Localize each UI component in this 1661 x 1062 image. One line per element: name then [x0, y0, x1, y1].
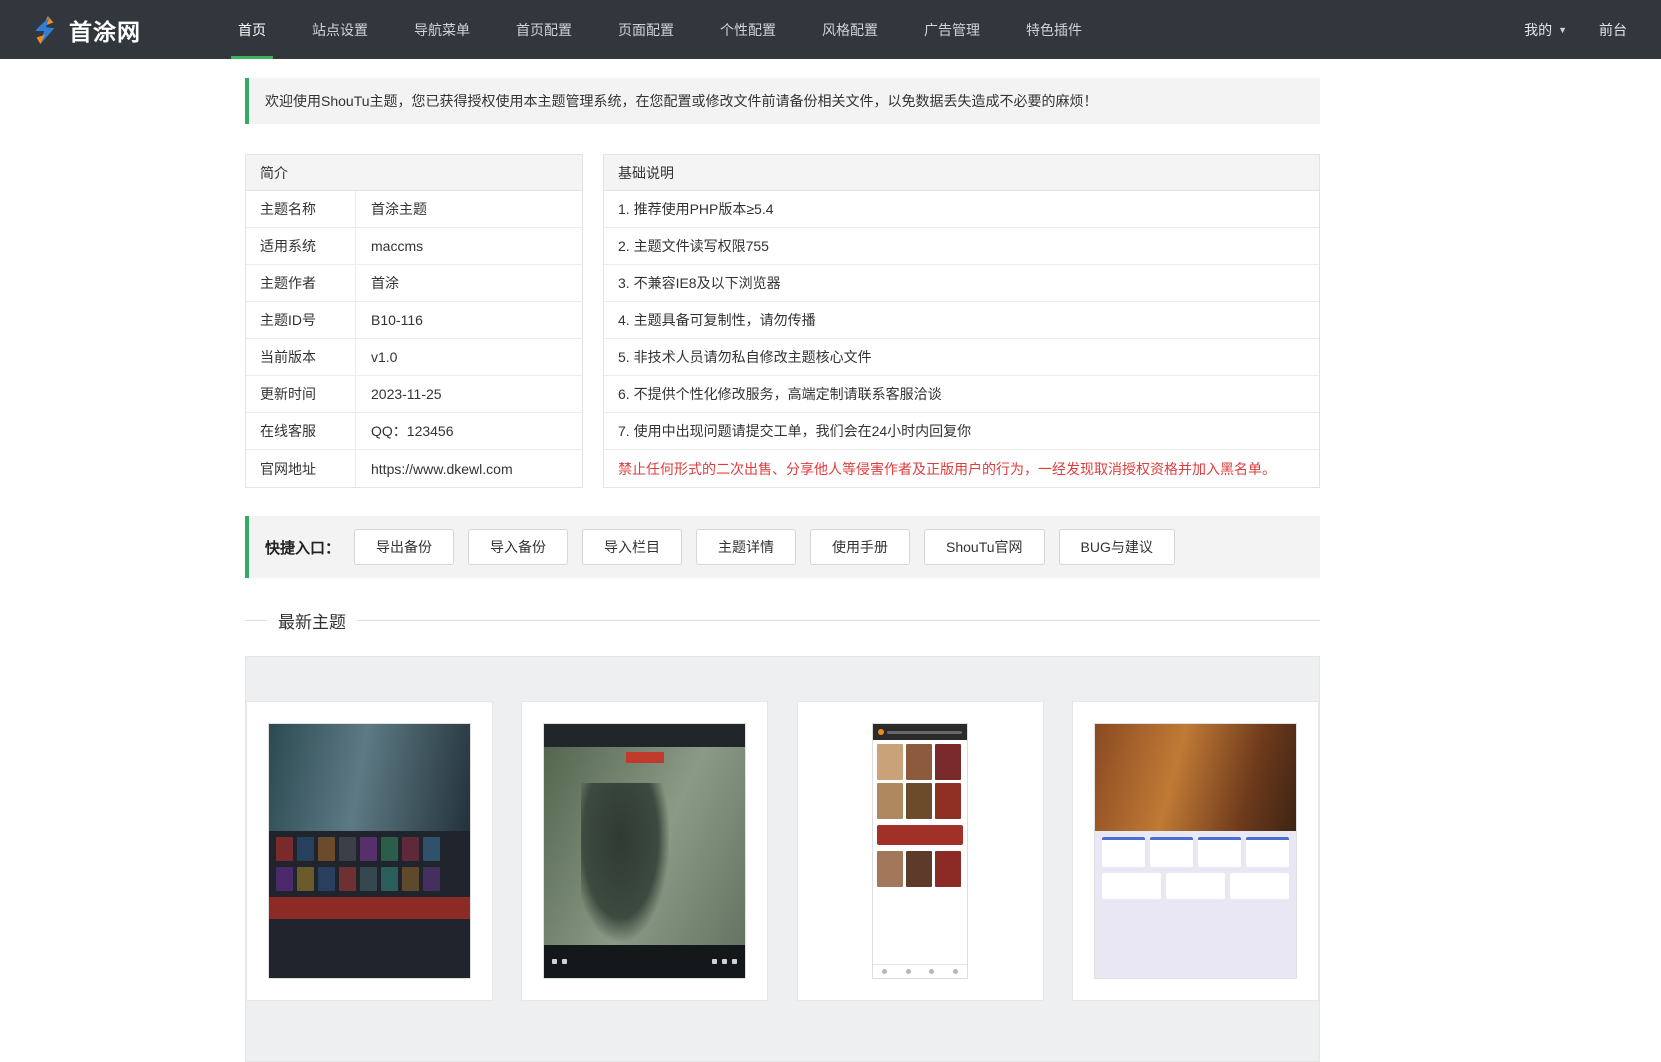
note-item: 6. 不提供个性化修改服务，高端定制请联系客服洽谈: [604, 376, 1319, 413]
nav-item-home[interactable]: 首页: [215, 0, 289, 59]
shoutu-official-button[interactable]: ShouTu官网: [924, 529, 1045, 565]
note-item: 2. 主题文件读写权限755: [604, 228, 1319, 265]
table-row: 主题ID号 B10-116: [246, 302, 582, 339]
caret-down-icon: ▼: [1558, 24, 1567, 35]
nav-item-plugins[interactable]: 特色插件: [1003, 0, 1105, 59]
nav-item-page-config[interactable]: 页面配置: [595, 0, 697, 59]
nav-item-ad-manage[interactable]: 广告管理: [901, 0, 1003, 59]
user-manual-button[interactable]: 使用手册: [810, 529, 911, 565]
table-row: 官网地址 https://www.dkewl.com: [246, 450, 582, 487]
info-panels: 简介 主题名称 首涂主题 适用系统 maccms 主题作者 首涂 主题ID号 B…: [245, 154, 1320, 488]
table-row: 主题名称 首涂主题: [246, 191, 582, 228]
table-row: 适用系统 maccms: [246, 228, 582, 265]
import-columns-button[interactable]: 导入栏目: [582, 529, 683, 565]
theme-card-1[interactable]: [246, 701, 493, 1001]
export-backup-button[interactable]: 导出备份: [354, 529, 455, 565]
license-warning-text: 禁止任何形式的二次出售、分享他人等侵害作者及正版用户的行为，一经发现取消授权资格…: [618, 460, 1276, 477]
theme-preview-image-4: [1093, 723, 1297, 979]
logo-text: 首涂网: [69, 18, 141, 45]
import-backup-button[interactable]: 导入备份: [468, 529, 569, 565]
theme-card-4[interactable]: [1071, 701, 1319, 1001]
notes-panel-title: 基础说明: [604, 155, 1319, 191]
nav-item-nav-menu[interactable]: 导航菜单: [391, 0, 493, 59]
site-logo[interactable]: 首涂网: [0, 0, 215, 59]
bug-suggestion-button[interactable]: BUG与建议: [1058, 529, 1175, 565]
table-row: 主题作者 首涂: [246, 265, 582, 302]
note-item: 7. 使用中出现问题请提交工单，我们会在24小时内回复你: [604, 413, 1319, 450]
front-site-link[interactable]: 前台: [1599, 20, 1627, 40]
latest-themes-panel: [245, 656, 1320, 1062]
notes-panel: 基础说明 1. 推荐使用PHP版本≥5.4 2. 主题文件读写权限755 3. …: [603, 154, 1320, 488]
nav-item-site-settings[interactable]: 站点设置: [289, 0, 391, 59]
logo-icon: [30, 15, 60, 45]
divider: [245, 620, 267, 621]
theme-preview-image-2: [543, 723, 747, 979]
nav-item-style-config[interactable]: 风格配置: [799, 0, 901, 59]
latest-themes-header: 最新主题: [245, 608, 1320, 633]
theme-preview-image-3: [818, 723, 1022, 979]
official-site-url[interactable]: https://www.dkewl.com: [356, 450, 513, 487]
my-account-menu[interactable]: 我的 ▼: [1524, 20, 1567, 40]
table-row: 在线客服 QQ：123456: [246, 413, 582, 450]
theme-card-2[interactable]: [521, 701, 769, 1001]
nav-item-personal-config[interactable]: 个性配置: [697, 0, 799, 59]
note-item: 3. 不兼容IE8及以下浏览器: [604, 265, 1319, 302]
intro-panel: 简介 主题名称 首涂主题 适用系统 maccms 主题作者 首涂 主题ID号 B…: [245, 154, 583, 488]
top-navbar: 首涂网 首页 站点设置 导航菜单 首页配置 页面配置 个性配置 风格配置 广告管…: [0, 0, 1661, 59]
nav-item-home-config[interactable]: 首页配置: [493, 0, 595, 59]
note-item: 1. 推荐使用PHP版本≥5.4: [604, 191, 1319, 228]
section-title: 最新主题: [278, 613, 346, 632]
welcome-alert-text: 欢迎使用ShouTu主题，您已获得授权使用本主题管理系统，在您配置或修改文件前请…: [265, 93, 1098, 109]
theme-details-button[interactable]: 主题详情: [696, 529, 797, 565]
main-nav: 首页 站点设置 导航菜单 首页配置 页面配置 个性配置 风格配置 广告管理 特色…: [215, 0, 1105, 59]
table-row: 更新时间 2023-11-25: [246, 376, 582, 413]
quick-entry-bar: 快捷入口： 导出备份 导入备份 导入栏目 主题详情 使用手册 ShouTu官网 …: [245, 516, 1320, 578]
note-item: 5. 非技术人员请勿私自修改主题核心文件: [604, 339, 1319, 376]
header-right: 我的 ▼ 前台: [1524, 0, 1661, 59]
quick-entry-label: 快捷入口：: [265, 539, 341, 557]
divider: [357, 620, 1320, 621]
theme-card-3[interactable]: [796, 701, 1044, 1001]
intro-panel-title: 简介: [246, 155, 582, 191]
theme-preview-image-1: [268, 723, 471, 979]
note-item: 4. 主题具备可复制性，请勿传播: [604, 302, 1319, 339]
table-row: 当前版本 v1.0: [246, 339, 582, 376]
welcome-alert: 欢迎使用ShouTu主题，您已获得授权使用本主题管理系统，在您配置或修改文件前请…: [245, 78, 1320, 124]
